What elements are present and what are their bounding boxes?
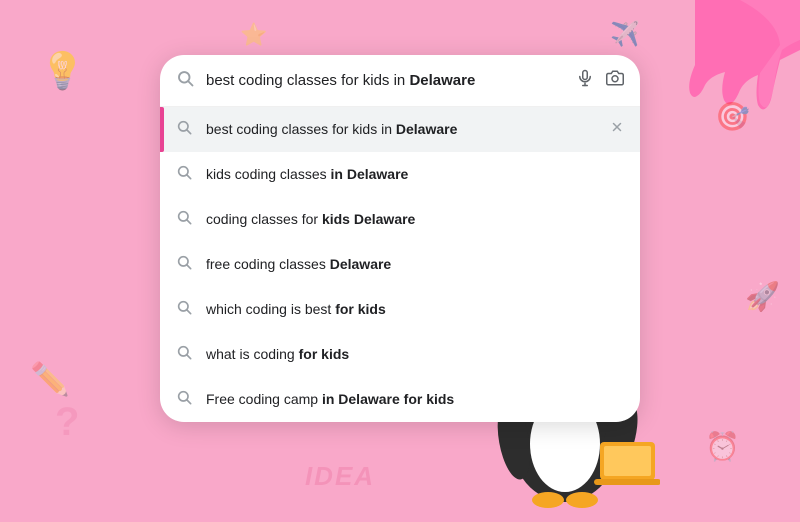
suggestion-row-2[interactable]: kids coding classes in Delaware (160, 152, 640, 197)
row-search-icon-2 (176, 164, 192, 185)
idea-label: IDEA (305, 461, 375, 492)
close-icon-1[interactable] (610, 120, 624, 139)
suggestion-text-5: which coding is best for kids (206, 300, 386, 320)
suggestion-row-1[interactable]: best coding classes for kids in Delaware (160, 107, 640, 152)
main-content: best coding classes for kids in Delaware (0, 0, 800, 422)
suggestion-row-4[interactable]: free coding classes Delaware (160, 242, 640, 287)
search-bar[interactable]: best coding classes for kids in Delaware (160, 55, 640, 107)
search-icon-main (176, 69, 194, 92)
suggestion-row-5[interactable]: which coding is best for kids (160, 287, 640, 332)
suggestion-row-6[interactable]: what is coding for kids (160, 332, 640, 377)
suggestion-text-6: what is coding for kids (206, 345, 349, 365)
search-input-display: best coding classes for kids in Delaware (206, 70, 564, 91)
search-text-normal: best coding classes for kids in (206, 72, 409, 89)
suggestion-text-7: Free coding camp in Delaware for kids (206, 390, 454, 410)
search-card: best coding classes for kids in Delaware (160, 55, 640, 422)
microphone-icon[interactable] (576, 69, 594, 92)
suggestion-row-3[interactable]: coding classes for kids Delaware (160, 197, 640, 242)
row-search-icon-1 (176, 119, 192, 140)
row-search-icon-3 (176, 209, 192, 230)
suggestion-text-1: best coding classes for kids in Delaware (206, 120, 457, 140)
suggestion-text-4: free coding classes Delaware (206, 255, 391, 275)
row-search-icon-4 (176, 254, 192, 275)
suggestion-text-2: kids coding classes in Delaware (206, 165, 408, 185)
camera-icon[interactable] (606, 69, 624, 92)
search-text-bold: Delaware (409, 72, 475, 89)
row-search-icon-6 (176, 344, 192, 365)
row-search-icon-7 (176, 389, 192, 410)
suggestion-text-3: coding classes for kids Delaware (206, 210, 415, 230)
suggestion-row-7[interactable]: Free coding camp in Delaware for kids (160, 377, 640, 422)
row-search-icon-5 (176, 299, 192, 320)
